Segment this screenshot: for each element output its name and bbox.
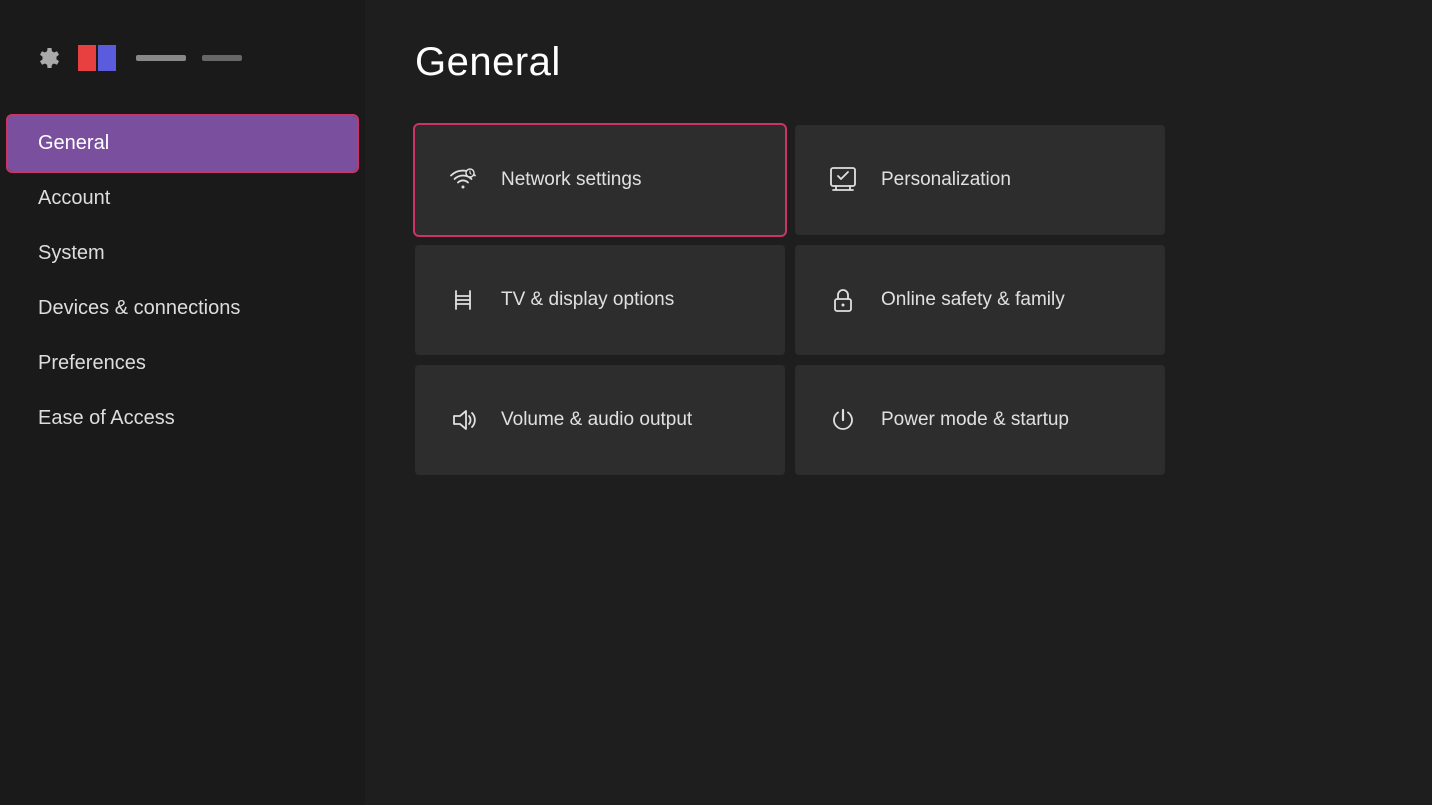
personalization-icon <box>825 162 861 198</box>
page-title: General <box>415 40 1382 85</box>
main-content: General Network settings <box>365 0 1432 805</box>
tv-display-tile[interactable]: TV & display options <box>415 245 785 355</box>
network-settings-tile[interactable]: Network settings <box>415 125 785 235</box>
online-safety-label: Online safety & family <box>881 288 1065 313</box>
color-box-blue <box>98 45 116 71</box>
tv-display-label: TV & display options <box>501 288 674 313</box>
sidebar-item-preferences[interactable]: Preferences <box>8 336 357 391</box>
personalization-tile[interactable]: Personalization <box>795 125 1165 235</box>
gear-icon <box>30 40 66 76</box>
sidebar-item-general[interactable]: General <box>8 116 357 171</box>
sidebar-item-ease-of-access[interactable]: Ease of Access <box>8 391 357 446</box>
display-icon <box>445 282 481 318</box>
volume-icon <box>445 402 481 438</box>
online-safety-tile[interactable]: Online safety & family <box>795 245 1165 355</box>
lock-icon <box>825 282 861 318</box>
volume-audio-tile[interactable]: Volume & audio output <box>415 365 785 475</box>
wifi-icon <box>445 162 481 198</box>
header-line2 <box>202 55 242 61</box>
sidebar: General Account System Devices & connect… <box>0 0 365 805</box>
settings-grid: Network settings Personalization <box>415 125 1165 475</box>
network-settings-label: Network settings <box>501 168 641 193</box>
sidebar-nav: General Account System Devices & connect… <box>0 116 365 446</box>
power-icon <box>825 402 861 438</box>
personalization-label: Personalization <box>881 168 1011 193</box>
sidebar-item-account[interactable]: Account <box>8 171 357 226</box>
power-mode-tile[interactable]: Power mode & startup <box>795 365 1165 475</box>
sidebar-item-system[interactable]: System <box>8 226 357 281</box>
color-boxes <box>78 45 116 71</box>
header-line1 <box>136 55 186 61</box>
volume-audio-label: Volume & audio output <box>501 408 692 433</box>
power-mode-label: Power mode & startup <box>881 408 1069 433</box>
color-box-red <box>78 45 96 71</box>
sidebar-item-devices-connections[interactable]: Devices & connections <box>8 281 357 336</box>
sidebar-header <box>0 20 365 106</box>
